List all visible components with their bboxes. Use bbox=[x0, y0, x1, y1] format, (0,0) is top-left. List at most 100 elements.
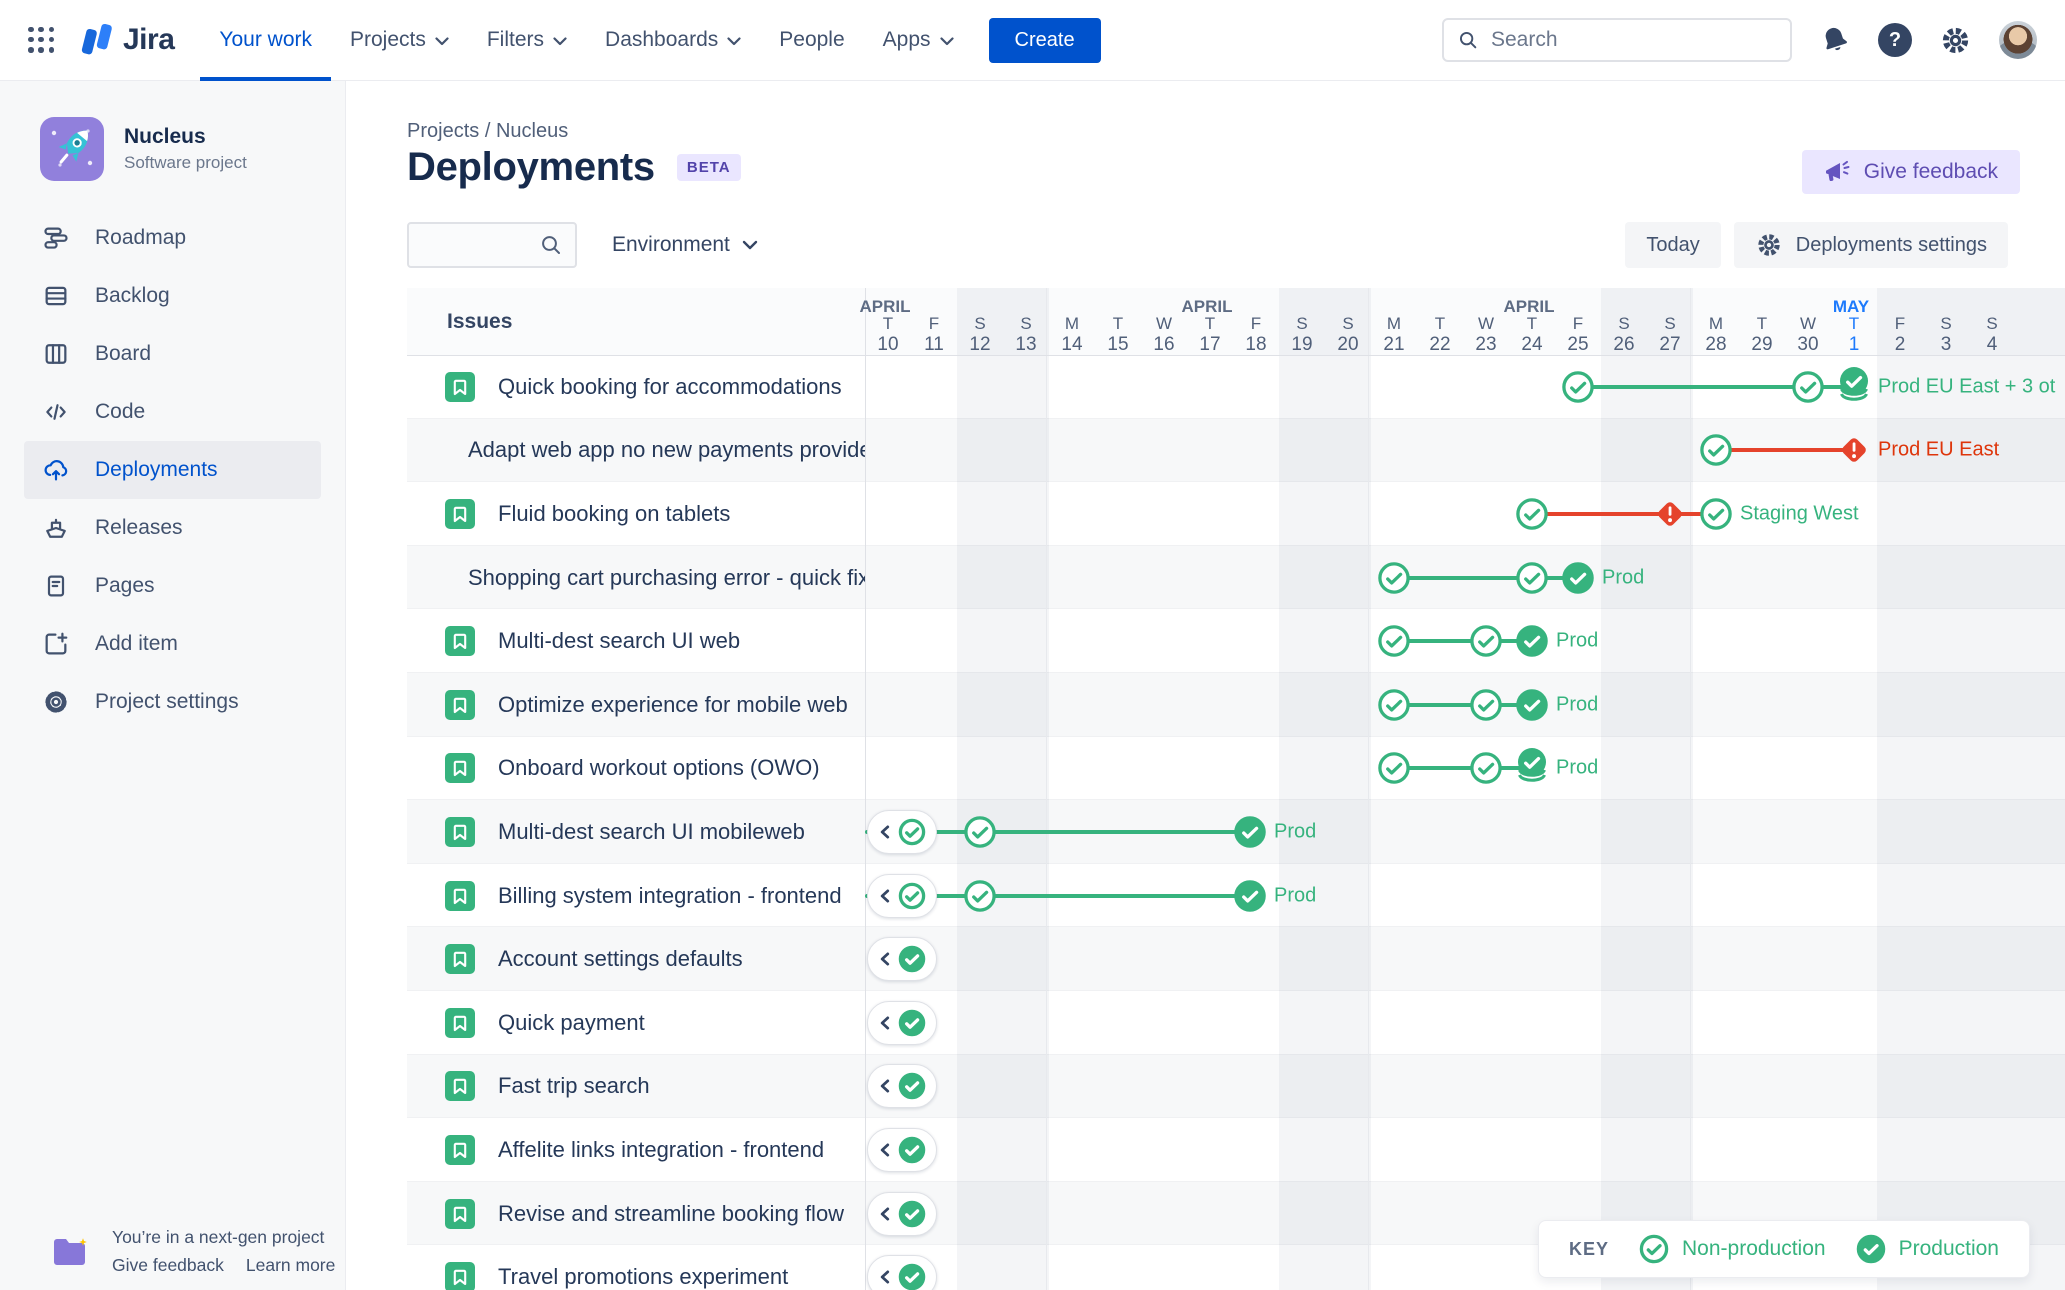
deployment-nonprod-check-icon[interactable] bbox=[1378, 688, 1411, 721]
breadcrumb-projects-link[interactable]: Projects bbox=[407, 120, 479, 142]
issue-cell[interactable]: Account settings defaults bbox=[407, 927, 865, 991]
sidebar-item-backlog[interactable]: Backlog bbox=[24, 267, 321, 325]
sidebar-item-pages[interactable]: Pages bbox=[24, 557, 321, 615]
sidebar-item-roadmap[interactable]: Roadmap bbox=[24, 209, 321, 267]
chevron-down-icon bbox=[553, 37, 567, 46]
sidebar-item-label: Deployments bbox=[95, 458, 218, 481]
sidebar-item-add-item[interactable]: Add item bbox=[24, 615, 321, 673]
issue-cell[interactable]: Quick payment bbox=[407, 991, 865, 1055]
deployments-settings-button[interactable]: Deployments settings bbox=[1733, 222, 2008, 268]
sidebar-item-deployments[interactable]: Deployments bbox=[24, 441, 321, 499]
nav-tab-label: People bbox=[779, 28, 845, 51]
issue-cell[interactable]: Affelite links integration - frontend bbox=[407, 1118, 865, 1182]
sidebar-item-code[interactable]: Code bbox=[24, 383, 321, 441]
deployment-prod-check-icon[interactable] bbox=[1516, 688, 1549, 721]
nav-right-group: Search ? bbox=[1442, 18, 2037, 62]
user-avatar[interactable] bbox=[1999, 21, 2037, 59]
deployment-nonprod-check-icon[interactable] bbox=[1516, 561, 1549, 594]
collapsed-deployments-pill[interactable] bbox=[867, 1127, 937, 1172]
environment-dropdown[interactable]: Environment bbox=[612, 222, 758, 268]
issue-title: Multi-dest search UI web bbox=[498, 628, 741, 654]
help-icon[interactable]: ? bbox=[1878, 23, 1912, 57]
deployment-prod-check-icon[interactable] bbox=[1562, 561, 1595, 594]
issue-cell[interactable]: Fluid booking on tablets bbox=[407, 482, 865, 546]
deployment-prod-stack-icon[interactable] bbox=[1838, 365, 1871, 409]
collapsed-deployments-pill[interactable] bbox=[867, 809, 937, 854]
deployment-prod-check-icon[interactable] bbox=[1234, 879, 1267, 912]
deployment-nonprod-check-icon[interactable] bbox=[1470, 688, 1503, 721]
issue-title: Onboard workout options (OWO) bbox=[498, 755, 820, 781]
settings-gear-icon[interactable] bbox=[1939, 24, 1972, 57]
deployment-nonprod-check-icon[interactable] bbox=[1470, 752, 1503, 785]
issue-cell[interactable]: Fast trip search bbox=[407, 1055, 865, 1119]
sidebar-item-board[interactable]: Board bbox=[24, 325, 321, 383]
deployment-nonprod-check-icon[interactable] bbox=[1700, 497, 1733, 530]
sidebar-learn-more-link[interactable]: Learn more bbox=[246, 1255, 336, 1276]
key-legend-label: Production bbox=[1898, 1237, 1999, 1260]
timeline-day-header: W 23 bbox=[1475, 314, 1497, 355]
collapsed-deployments-pill[interactable] bbox=[867, 937, 937, 982]
nav-tab-projects[interactable]: Projects bbox=[331, 0, 468, 81]
issue-cell[interactable]: Onboard workout options (OWO) bbox=[407, 737, 865, 801]
timeline-day-header: M 21 bbox=[1383, 314, 1405, 355]
timeline-day-header: S 27 bbox=[1659, 314, 1681, 355]
global-search-input[interactable]: Search bbox=[1442, 18, 1792, 62]
app-switcher-icon[interactable] bbox=[28, 26, 55, 54]
deployment-nonprod-check-icon[interactable] bbox=[1378, 625, 1411, 658]
issue-cell[interactable]: Adapt web app no new payments provide bbox=[407, 419, 865, 483]
sidebar-item-project-settings[interactable]: Project settings bbox=[24, 673, 321, 731]
jira-logo[interactable]: Jira bbox=[77, 19, 175, 61]
issue-cell[interactable]: Multi-dest search UI web bbox=[407, 609, 865, 673]
deployment-prod-stack-icon[interactable] bbox=[1516, 746, 1549, 790]
issue-cell[interactable]: Quick booking for accommodations bbox=[407, 355, 865, 419]
give-feedback-button[interactable]: Give feedback bbox=[1801, 150, 2020, 194]
deployment-nonprod-check-icon[interactable] bbox=[964, 879, 997, 912]
nav-tab-people[interactable]: People bbox=[760, 0, 863, 81]
deployment-nonprod-check-icon[interactable] bbox=[1792, 370, 1825, 403]
settings-icon bbox=[45, 691, 67, 713]
issue-cell[interactable]: Optimize experience for mobile web bbox=[407, 673, 865, 737]
issue-timeline: Prod bbox=[865, 546, 2065, 610]
sidebar-item-releases[interactable]: Releases bbox=[24, 499, 321, 557]
nav-tab-apps[interactable]: Apps bbox=[864, 0, 973, 81]
issue-cell[interactable]: Travel promotions experiment bbox=[407, 1245, 865, 1290]
deployment-nonprod-check-icon[interactable] bbox=[1700, 434, 1733, 467]
deployment-warning-icon[interactable] bbox=[1837, 433, 1872, 468]
chevron-left-icon bbox=[880, 889, 890, 903]
deployments-icon bbox=[44, 460, 68, 481]
environment-label: Prod bbox=[1274, 820, 1317, 843]
deployment-nonprod-check-icon[interactable] bbox=[1562, 370, 1595, 403]
collapsed-deployments-pill[interactable] bbox=[867, 1064, 937, 1109]
deployment-nonprod-check-icon[interactable] bbox=[1378, 752, 1411, 785]
issue-cell[interactable]: Billing system integration - frontend bbox=[407, 864, 865, 928]
collapsed-deployments-pill[interactable] bbox=[867, 873, 937, 918]
sidebar-menu: Roadmap Backlog Board Code Deployments Releas… bbox=[0, 209, 345, 731]
deployment-nonprod-check-icon[interactable] bbox=[1470, 625, 1503, 658]
chevron-left-icon bbox=[880, 1143, 890, 1157]
nav-tab-your-work[interactable]: Your work bbox=[200, 0, 331, 81]
notifications-bell-icon[interactable] bbox=[1819, 24, 1851, 56]
nav-tab-dashboards[interactable]: Dashboards bbox=[586, 0, 760, 81]
issue-row: Billing system integration - frontend Pro… bbox=[407, 864, 2065, 928]
collapsed-deployments-pill[interactable] bbox=[867, 1191, 937, 1236]
issue-row: Onboard workout options (OWO) Prod bbox=[407, 737, 2065, 801]
nav-tab-filters[interactable]: Filters bbox=[468, 0, 586, 81]
create-button[interactable]: Create bbox=[988, 17, 1101, 63]
issue-row: Quick booking for accommodations Prod EU … bbox=[407, 355, 2065, 419]
deployment-nonprod-check-icon[interactable] bbox=[964, 815, 997, 848]
board-search-input[interactable] bbox=[407, 222, 577, 268]
collapsed-deployments-pill[interactable] bbox=[867, 1255, 937, 1290]
issue-cell[interactable]: Multi-dest search UI mobileweb bbox=[407, 800, 865, 864]
collapsed-deployments-pill[interactable] bbox=[867, 1000, 937, 1045]
deployment-warning-icon[interactable] bbox=[1653, 496, 1688, 531]
today-button[interactable]: Today bbox=[1625, 222, 1721, 268]
deployment-prod-check-icon[interactable] bbox=[1234, 815, 1267, 848]
breadcrumb-nucleus-link[interactable]: Nucleus bbox=[496, 120, 568, 142]
deployment-prod-check-icon[interactable] bbox=[1516, 625, 1549, 658]
issue-title: Quick booking for accommodations bbox=[498, 373, 842, 399]
deployment-nonprod-check-icon[interactable] bbox=[1516, 497, 1549, 530]
sidebar-give-feedback-link[interactable]: Give feedback bbox=[112, 1255, 224, 1276]
deployment-nonprod-check-icon[interactable] bbox=[1378, 561, 1411, 594]
issue-cell[interactable]: Shopping cart purchasing error - quick f… bbox=[407, 546, 865, 610]
issue-cell[interactable]: Revise and streamline booking flow bbox=[407, 1182, 865, 1246]
